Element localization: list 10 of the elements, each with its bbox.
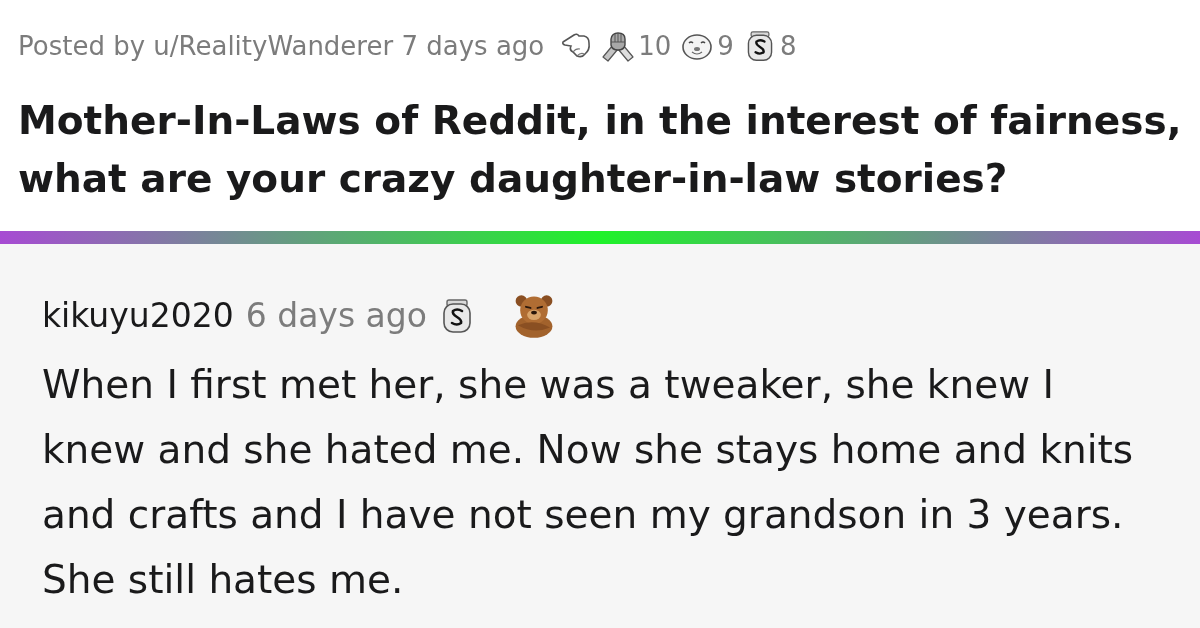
award-count: 8 [779, 29, 797, 63]
comment-author: kikuyu2020 [42, 295, 234, 338]
coin-stack-icon [440, 298, 473, 334]
award-count: 9 [717, 29, 734, 63]
arm-wrestling-icon [602, 30, 635, 62]
comment-body: When I first met her, she was a tweaker, she knew I knew and she hated me. Now she stays home and knits and crafts and I have not seen my grandson in 3 years. She still hates me. [42, 361, 1135, 604]
post-byline: Posted by u/RealityWanderer 7 days ago [18, 29, 545, 63]
post-title: Mother-In-Laws of Reddit, in the interest of fairness, what are your crazy daughter-in-law stories? [18, 97, 1183, 203]
award-count: 10 [638, 29, 672, 63]
comment-time: 6 days ago [245, 295, 427, 338]
